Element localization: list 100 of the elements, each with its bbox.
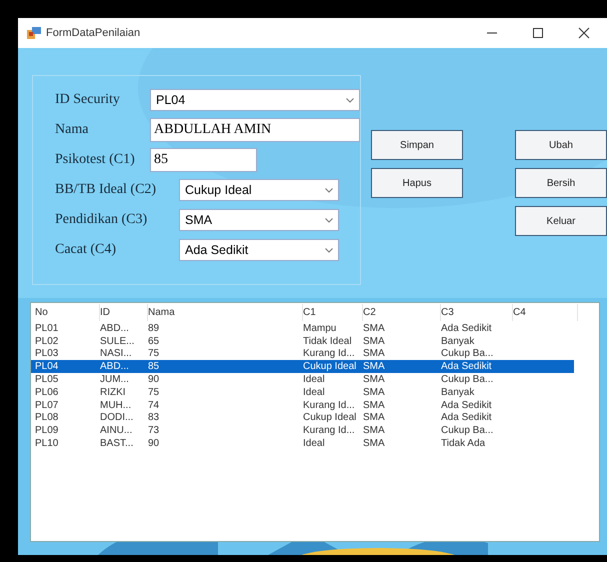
table-cell-text: Cukup Ba...: [441, 348, 494, 360]
table-cell-text: Mampu: [303, 322, 338, 334]
table-row[interactable]: PL07 MUH... 74 Kurang Id... SMA Ada Sedikit: [31, 398, 574, 412]
table-cell-text: PL05: [35, 374, 60, 386]
table-cell-text: SMA: [363, 348, 386, 360]
chevron-icon: [346, 98, 354, 102]
field-label: BB/TB Ideal (C2): [55, 182, 158, 198]
table-cell-text: NASI...: [100, 348, 133, 360]
column-header[interactable]: C1: [303, 304, 363, 321]
table-cell-text: AINU...: [100, 425, 134, 436]
field-label: ID Security: [55, 92, 121, 108]
table-cell-text: SMA: [363, 374, 386, 386]
window-title: FormDataPenilaian: [46, 27, 140, 39]
table-cell-text: Kurang Id...: [303, 400, 356, 411]
table-cell-text: SMA: [363, 336, 386, 347]
field-label: Nama: [55, 122, 90, 138]
action-button[interactable]: Keluar: [515, 206, 607, 236]
column-header[interactable]: C2: [363, 304, 441, 321]
table-row[interactable]: PL06 RIZKI 75 Ideal SMA Banyak: [31, 386, 574, 399]
table-cell-text: Ideal: [303, 374, 326, 386]
dropdown[interactable]: PL04: [150, 89, 360, 111]
table-cell-text: ABD...: [100, 361, 130, 372]
input-field[interactable]: 85: [150, 148, 257, 172]
column-header[interactable]: No: [35, 304, 100, 321]
table-row[interactable]: PL08 DODI... 83 Cukup Ideal SMA Ada Sedikit: [31, 412, 574, 424]
table-cell-text: 89: [148, 322, 160, 334]
table-cell-text: 74: [148, 400, 160, 411]
table-cell-text: PL03: [35, 348, 60, 360]
table-cell-text: ABD...: [100, 322, 130, 334]
table-cell-text: SMA: [363, 412, 386, 424]
table-row[interactable]: PL02 SULE... 65 Tidak Ideal SMA Banyak: [31, 334, 574, 348]
table-cell-text: Cukup Ideal: [303, 361, 358, 372]
table-cell-text: PL10: [35, 438, 60, 450]
input-field[interactable]: ABDULLAH AMIN: [150, 118, 360, 142]
table-row[interactable]: PL03 NASI... 75 Kurang Id... SMA Cukup Ba...: [31, 348, 574, 360]
table-cell-text: PL08: [35, 412, 60, 424]
dropdown[interactable]: SMA: [179, 209, 339, 231]
table-cell-text: Kurang Id...: [303, 348, 356, 360]
table-cell-text: Ideal: [303, 438, 326, 450]
table-row[interactable]: PL10 BAST... 90 Ideal SMA Tidak Ada: [31, 437, 574, 450]
table-cell-text: Cukup Ba...: [441, 374, 494, 386]
table-row[interactable]: PL04 ABD... 85 Cukup Ideal SMA Ada Sedikit: [31, 360, 574, 374]
table-cell-text: PL09: [35, 425, 60, 436]
field-label: Psikotest (C1): [55, 152, 136, 168]
table-cell-text: Cukup Ideal: [303, 412, 358, 424]
table-cell-text: SMA: [363, 438, 386, 450]
table-cell-text: JUM...: [100, 374, 130, 386]
app-icon: [27, 27, 41, 39]
table-cell-text: Ada Sedikit: [441, 361, 493, 372]
table-cell-text: Banyak: [441, 336, 476, 347]
table-row[interactable]: PL09 AINU... 73 Kurang Id... SMA Cukup Ba...: [31, 424, 574, 438]
table-cell-text: PL04: [35, 361, 60, 372]
column-header[interactable]: ID: [100, 304, 148, 321]
table-cell-text: Ada Sedikit: [441, 322, 493, 334]
table-cell-text: Ideal: [303, 386, 326, 398]
chevron-icon: [325, 188, 333, 192]
table-cell-text: Cukup Ba...: [441, 425, 494, 436]
dropdown[interactable]: Ada Sedikit: [179, 239, 339, 261]
table-cell-text: SMA: [363, 400, 386, 411]
table-cell-text: SMA: [363, 386, 386, 398]
action-button[interactable]: Bersih: [515, 168, 607, 198]
action-button[interactable]: Simpan: [371, 130, 463, 160]
table-cell-text: SMA: [363, 322, 386, 334]
column-header[interactable]: C4: [513, 304, 578, 321]
table-cell-text: Ada Sedikit: [441, 400, 493, 411]
table-cell-text: MUH...: [100, 400, 132, 411]
column-header[interactable]: C3: [441, 304, 513, 321]
table-cell-text: SMA: [363, 361, 386, 372]
table-cell-text: PL02: [35, 336, 60, 347]
column-header[interactable]: Nama: [148, 304, 303, 321]
table-cell-text: 65: [148, 336, 160, 347]
field-label: Cacat (C4): [55, 242, 118, 258]
table-cell-text: Banyak: [441, 386, 476, 398]
table-cell-text: Ada Sedikit: [441, 412, 493, 424]
dropdown[interactable]: Cukup Ideal: [179, 179, 339, 201]
table-cell-text: 73: [148, 425, 160, 436]
table-cell-text: SULE...: [100, 336, 136, 347]
table-row[interactable]: PL05 JUM... 90 Ideal SMA Cukup Ba...: [31, 373, 574, 386]
table-cell-text: Kurang Id...: [303, 425, 356, 436]
chevron-icon: [325, 248, 333, 252]
table-cell-text: 75: [148, 386, 160, 398]
table-cell-text: BAST...: [100, 438, 134, 450]
table-cell-text: SMA: [363, 425, 386, 436]
table-cell-text: RIZKI: [100, 386, 127, 398]
table-row[interactable]: PL01 ABD... 89 Mampu SMA Ada Sedikit: [31, 322, 574, 335]
table-cell-text: 75: [148, 348, 160, 360]
action-button[interactable]: Ubah: [515, 130, 607, 160]
table-cell-text: Tidak Ideal: [303, 336, 353, 347]
table-cell-text: PL07: [35, 400, 60, 411]
table-cell-text: 85: [148, 361, 160, 372]
table-cell-text: Tidak Ada: [441, 438, 486, 450]
chevron-icon: [325, 218, 333, 222]
table-cell-text: PL06: [35, 386, 60, 398]
table-cell-text: 90: [148, 438, 160, 450]
table-cell-text: DODI...: [100, 412, 134, 424]
table-cell-text: 83: [148, 412, 160, 424]
table-cell-text: 90: [148, 374, 160, 386]
action-button[interactable]: Hapus: [371, 168, 463, 198]
table-cell-text: PL01: [35, 322, 60, 334]
field-label: Pendidikan (C3): [55, 212, 148, 228]
